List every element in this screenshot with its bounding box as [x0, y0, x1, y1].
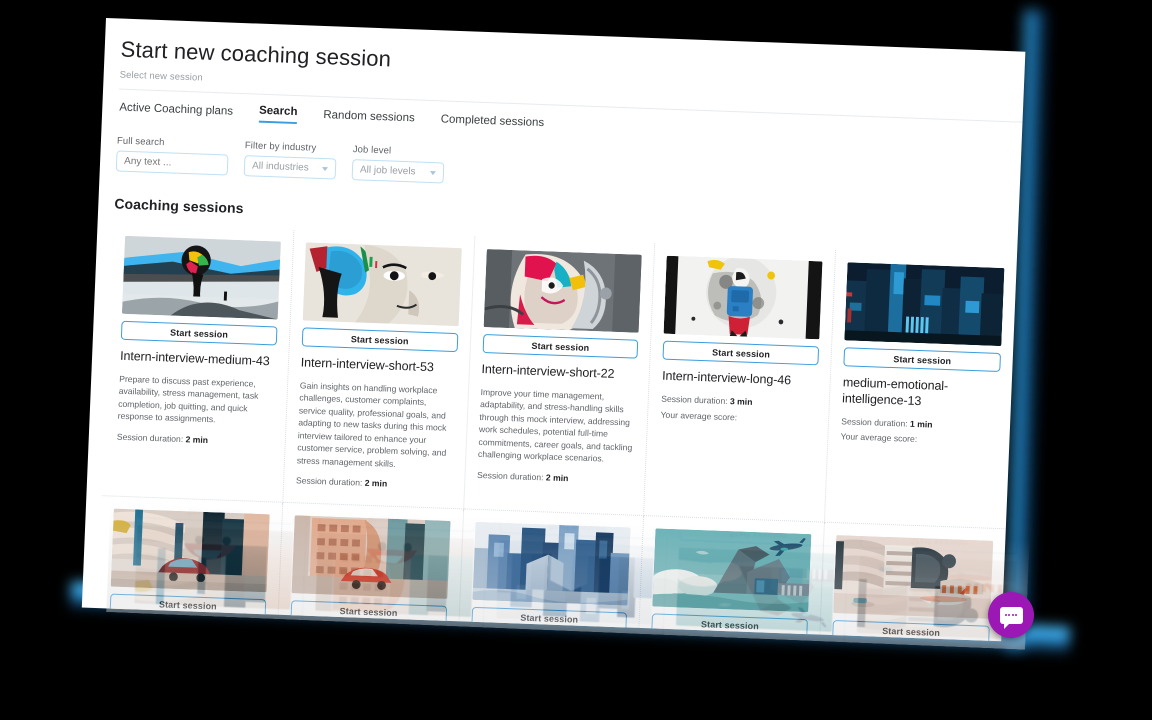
session-duration-label: Session duration:: [116, 431, 184, 444]
industry-select[interactable]: All industries: [243, 155, 337, 180]
job-level-select[interactable]: All job levels: [351, 159, 445, 184]
average-score-label: Your average score:: [660, 409, 738, 423]
session-card: Start sessionmedium-emotional-intelligen…: [833, 644, 1026, 650]
screenshot-stage: Start new coaching session Select new se…: [0, 0, 1152, 720]
average-score-line: Your average score:: [840, 431, 997, 450]
job-level-label: Job level: [352, 144, 392, 157]
start-session-button[interactable]: Start session: [120, 321, 278, 346]
session-card: Start sessionIntern-interview-short-22 Im…: [463, 237, 656, 516]
session-thumbnail-airport-terminal-plane: [652, 528, 812, 613]
session-duration-value: 2 min: [382, 643, 405, 650]
start-session-button[interactable]: Start session: [843, 347, 1001, 373]
session-duration-label: Session duration:: [313, 640, 381, 650]
session-title: Intern-interview-medium-43: [119, 349, 270, 369]
job-level-select-value: All job levels: [359, 164, 416, 178]
session-thumbnail-futuristic-terminal-jet: [833, 535, 994, 619]
filter-bar: Full search Filter by industry All indus…: [115, 135, 1021, 205]
session-duration-value: 2 min: [185, 434, 209, 445]
session-meta: Session duration: 2 min: [313, 638, 469, 650]
session-thumbnail-retro-car-curved-building: [110, 508, 270, 593]
session-thumbnail-blue-skyscrapers: [472, 521, 631, 606]
session-thumbnail-astronaut-moon-backpack: [663, 256, 823, 340]
session-meta: Session duration: 1 min Your average scor…: [840, 415, 998, 450]
session-title: Intern-interview-short-22: [481, 362, 615, 382]
start-session-button[interactable]: Start session: [109, 593, 267, 619]
chat-bubble-icon: [999, 606, 1023, 629]
chevron-down-icon: [321, 166, 329, 172]
coaching-sessions-grid: Start session Intern-interview-medium-43 P…: [97, 223, 1017, 642]
full-search-label: Full search: [116, 135, 165, 149]
search-input[interactable]: [115, 150, 229, 176]
session-meta: Session duration: 2 min: [117, 431, 273, 450]
start-session-button[interactable]: Start session: [832, 619, 990, 642]
chat-widget-button[interactable]: [988, 592, 1034, 638]
session-title: Intern-interview-short-53: [300, 355, 434, 375]
session-duration-value: 3 min: [729, 396, 753, 407]
session-card: Start session: [458, 509, 645, 642]
session-meta: Session duration: 3 min Your average scor…: [660, 393, 817, 428]
start-session-button[interactable]: Start session: [651, 613, 809, 639]
session-card: Start sessionIntern-interview-long-46Ses…: [652, 636, 845, 650]
session-card: Start session: [97, 496, 284, 633]
industry-filter-label: Filter by industry: [244, 140, 317, 155]
session-duration-value: 2 min: [545, 472, 569, 483]
session-card: Start sessionIntern-interview-short-53Ga…: [291, 622, 484, 650]
session-duration-line: Session duration: 2 min: [313, 638, 469, 650]
session-title: Intern-interview-long-46: [661, 369, 792, 388]
session-thumbnail-astronaut-globe-street-art: [121, 236, 281, 320]
full-search-group: Full search: [115, 135, 229, 176]
start-session-button[interactable]: Start session: [662, 341, 820, 366]
industry-filter-group: Filter by industry All industries: [243, 140, 337, 180]
start-session-button[interactable]: Start session: [301, 327, 458, 353]
session-duration-label: Session duration:: [661, 393, 728, 407]
tab-completed-sessions[interactable]: Completed sessions: [440, 114, 544, 134]
average-score-line: Your average score:: [660, 408, 816, 427]
tab-random-sessions[interactable]: Random sessions: [323, 109, 415, 128]
coaching-session-page: Start new coaching session Select new se…: [81, 18, 1026, 642]
tab-active-coaching-plans[interactable]: Active Coaching plans: [119, 102, 233, 122]
session-thumbnail-face-graffiti-portrait: [302, 242, 462, 327]
session-meta: Session duration: 2 min: [477, 469, 633, 488]
session-description: Prepare to discuss past experience, avai…: [117, 373, 259, 425]
industry-select-value: All industries: [251, 160, 309, 174]
session-card: Start sessionIntern-interview-medium-43P…: [110, 614, 303, 650]
start-session-button[interactable]: Start session: [290, 600, 447, 625]
session-card: Start sessionIntern-interview-short-22Im…: [472, 629, 664, 650]
session-card: Start session Intern-interview-medium-43 P…: [102, 223, 295, 503]
session-card: Start session: [277, 502, 464, 640]
browser-page-wrapper: Start new coaching session Select new se…: [81, 18, 1026, 642]
session-card: Start sessionmedium-emotional-intelligen…: [825, 250, 1017, 530]
session-meta: Session duration: 2 min: [296, 474, 452, 493]
session-card: Start session: [639, 515, 826, 642]
session-duration-value: 2 min: [364, 477, 388, 489]
session-thumbnail-pink-apartment-red-car: [291, 515, 451, 599]
session-title: medium-emotional-intelligence-13: [841, 375, 949, 409]
session-thumbnail-astronaut-woman-helmet: [483, 249, 643, 334]
session-duration-line: Session duration: 2 min: [477, 469, 633, 488]
job-level-filter-group: Job level All job levels: [351, 144, 445, 184]
start-session-button[interactable]: Start session: [470, 606, 628, 632]
session-description: Improve your time management, adaptabili…: [477, 386, 633, 464]
session-duration-label: Session duration:: [295, 475, 363, 488]
session-duration-value: 1 min: [909, 418, 933, 430]
session-duration-label: Session duration:: [841, 415, 908, 429]
session-description: Gain insights on handling workplace chal…: [296, 380, 447, 469]
tab-search[interactable]: Search: [258, 105, 298, 125]
session-card: Start sessionIntern-interview-short-53 Ga…: [283, 230, 475, 510]
session-card: Start session Intern-interview-long-46 Ses…: [644, 243, 837, 523]
chevron-down-icon: [429, 170, 437, 176]
session-card: Start session: [820, 523, 1006, 642]
session-duration-line: Session duration: 2 min: [296, 474, 452, 493]
session-thumbnail-blue-city-night: [844, 262, 1005, 347]
session-duration-line: Session duration: 2 min: [117, 431, 273, 450]
average-score-label: Your average score:: [840, 431, 918, 445]
session-duration-label: Session duration:: [476, 469, 544, 483]
start-session-button[interactable]: Start session: [482, 334, 639, 360]
